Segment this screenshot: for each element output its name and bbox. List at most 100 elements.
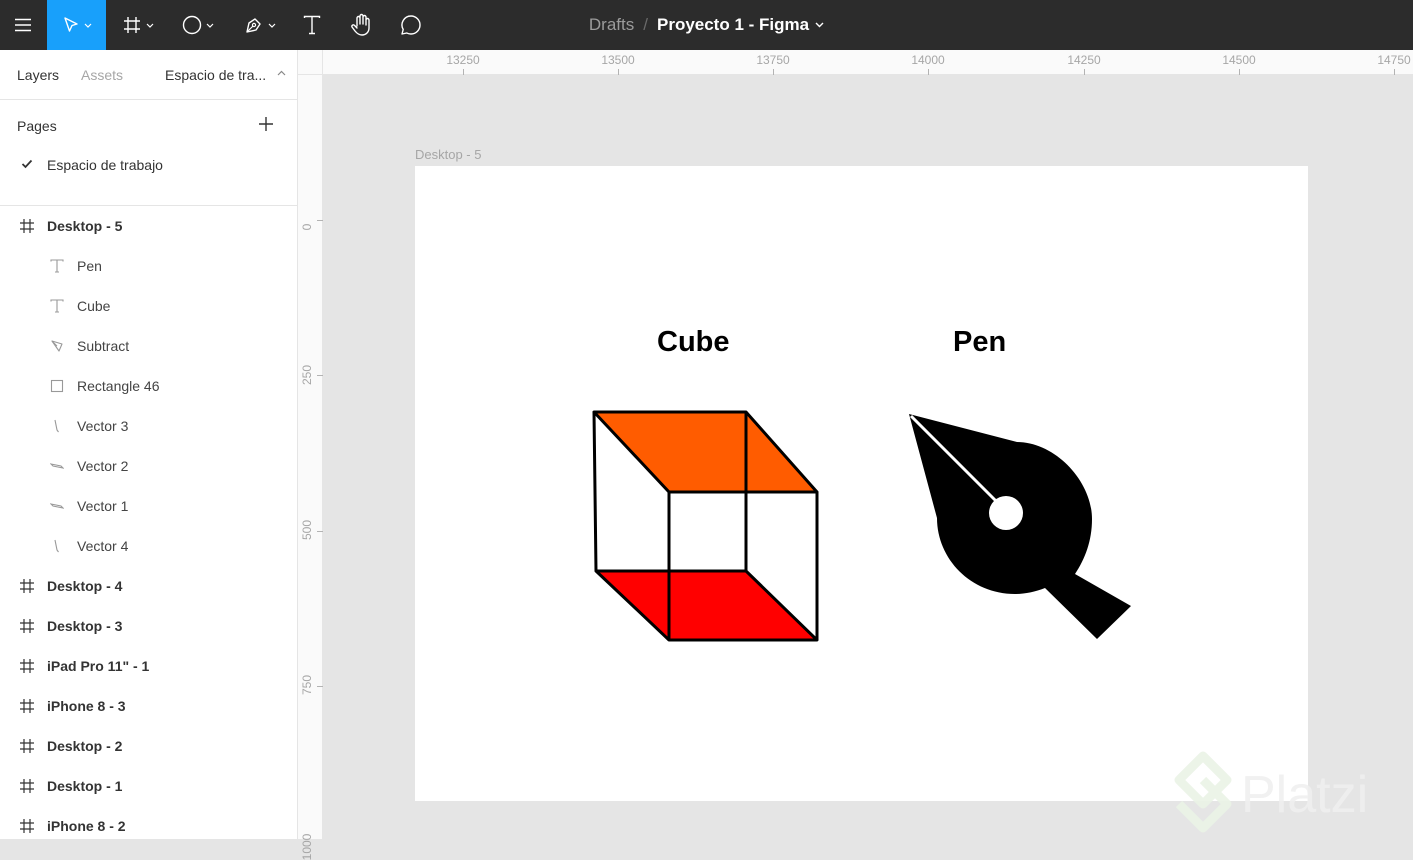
pen-illustration[interactable] [415,166,1308,801]
page-item[interactable]: Espacio de trabajo [0,150,297,182]
ruler-tick [618,69,619,75]
current-page-label: Espacio de tra... [165,67,267,83]
frame-icon [20,739,34,753]
layer-row[interactable]: Desktop - 4 [0,566,297,606]
toolbar: Drafts / Proyecto 1 - Figma [0,0,1413,50]
chevron-down-icon [84,23,91,28]
ruler-tick [1239,69,1240,75]
panel-tabs: Layers Assets Espacio de tra... [0,50,297,100]
ruler-label: 14750 [1377,53,1411,67]
move-icon [63,17,78,32]
breadcrumb-drafts[interactable]: Drafts [589,15,634,35]
rectangle-layer-icon [50,379,64,393]
layer-label: iPhone 8 - 3 [47,698,126,714]
ruler-tick [773,69,774,75]
layer-row[interactable]: Subtract [0,326,297,366]
frame-icon [124,17,140,33]
text-tool-button[interactable] [296,0,328,50]
layer-label: Desktop - 3 [47,618,123,634]
chevron-down-icon [268,23,276,28]
layer-row[interactable]: iPhone 8 - 2 [0,806,297,839]
layer-row[interactable]: iPhone 8 - 3 [0,686,297,726]
vector-layer-icon [51,340,63,352]
hand-icon [351,13,370,36]
add-page-icon[interactable] [258,116,274,132]
chevron-down-icon[interactable] [815,22,824,28]
layer-label: Rectangle 46 [77,378,160,394]
horizontal-ruler: 13250 13500 13750 14000 14250 14500 1475… [298,50,1413,75]
platzi-watermark: Platzi [1174,751,1368,833]
ruler-label: 14500 [1222,53,1256,67]
chevron-down-icon [206,23,214,28]
pages-header: Pages [17,118,57,134]
ellipse-icon [182,15,202,35]
file-name[interactable]: Proyecto 1 - Figma [657,15,809,35]
layer-label: Vector 2 [77,458,129,474]
layer-row[interactable]: Vector 2 [0,446,297,486]
vertical-ruler: 0 250 500 750 1000 [298,75,323,860]
layer-row[interactable]: Cube [0,286,297,326]
text-layer-icon [50,299,64,313]
left-panel: Layers Assets Espacio de tra... Pages Es… [0,50,298,839]
breadcrumb-separator: / [643,15,648,34]
chevron-up-icon [277,70,286,76]
shape-tool-button[interactable] [172,0,224,50]
layer-row[interactable]: iPad Pro 11" - 1 [0,646,297,686]
layer-label: iPad Pro 11" - 1 [47,658,150,674]
layer-label: Desktop - 4 [47,578,123,594]
text-layer-icon [50,259,64,273]
vector-layer-icon [50,463,64,469]
ruler-tick [317,686,323,687]
ruler-label: 0 [300,223,314,231]
vector-layer-icon [54,539,59,553]
frame-icon [20,619,34,633]
vector-layer-icon [54,419,59,433]
ruler-tick [317,531,323,532]
main-menu-button[interactable] [0,0,46,50]
watermark-text: Platzi [1241,766,1368,824]
current-page-selector[interactable]: Espacio de tra... [165,67,286,83]
layer-row[interactable]: Vector 3 [0,406,297,446]
layer-row[interactable]: Rectangle 46 [0,366,297,406]
ruler-tick [317,220,323,221]
layer-label: Vector 4 [77,538,129,554]
layer-row[interactable]: Desktop - 2 [0,726,297,766]
platzi-logo-icon [1174,751,1232,833]
layer-row[interactable]: Vector 1 [0,486,297,526]
ruler-label: 1000 [300,833,314,860]
layer-label: Desktop - 2 [47,738,123,754]
pen-hole [989,496,1023,530]
frame-tool-button[interactable] [112,0,164,50]
frame-name-label[interactable]: Desktop - 5 [415,147,481,162]
move-tool-button[interactable] [47,0,106,50]
ruler-tick [928,69,929,75]
pen-tool-button[interactable] [234,0,286,50]
tab-assets[interactable]: Assets [81,67,123,83]
ruler-tick [1394,69,1395,75]
layer-row[interactable]: Pen [0,246,297,286]
ruler-label: 500 [300,519,314,541]
ruler-label: 13750 [756,53,790,67]
frame-icon [20,219,34,233]
comment-tool-button[interactable] [394,0,428,50]
layer-label: iPhone 8 - 2 [47,818,126,834]
ruler-label: 13500 [601,53,635,67]
page-item-label: Espacio de trabajo [47,157,163,173]
layer-row[interactable]: Desktop - 3 [0,606,297,646]
vector-layer-icon [50,503,64,509]
layer-label: Vector 3 [77,418,129,434]
hand-tool-button[interactable] [344,0,380,50]
ruler-corner [298,50,323,75]
layer-row[interactable]: Vector 4 [0,526,297,566]
layer-label: Cube [77,298,111,314]
chevron-down-icon [146,23,154,28]
artboard-desktop-5[interactable]: Cube Pen [415,166,1308,801]
frame-icon [20,659,34,673]
ruler-tick [1084,69,1085,75]
layer-row[interactable]: Desktop - 5 [0,206,297,246]
tab-layers[interactable]: Layers [17,67,59,83]
frame-icon [20,819,34,833]
layer-row[interactable]: Desktop - 1 [0,766,297,806]
ruler-label: 14250 [1067,53,1101,67]
pen-icon [246,18,261,33]
